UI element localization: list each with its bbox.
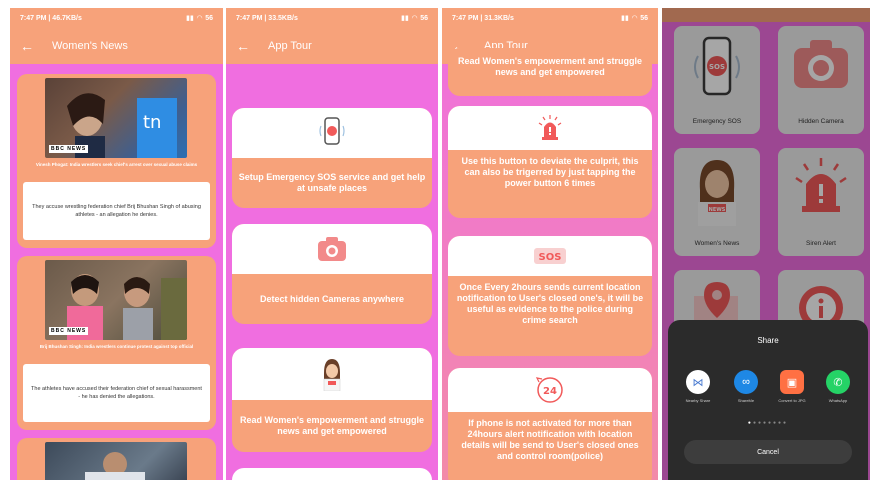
status-time: 7:47 PM | 46.7KB/s: [20, 14, 82, 22]
siren-icon: [538, 115, 562, 140]
app-bar: ← Women's News: [10, 28, 223, 64]
tour-card-location: SOS Once Every 2hours sends current loca…: [448, 236, 652, 356]
tour-card-text: Read Women's empowerment and struggle ne…: [457, 56, 642, 77]
news-card[interactable]: tn BBC NEWS Vinesh Phogat: India wrestle…: [17, 74, 216, 248]
tour-card-text: Use this button to deviate the culprit, …: [461, 156, 639, 188]
signal-icon: ▮▮: [186, 15, 194, 22]
wifi-icon: ◠: [411, 15, 418, 22]
cancel-button[interactable]: Cancel: [684, 440, 852, 464]
tour-card-text: Setup Emergency SOS service and get help…: [238, 172, 426, 193]
share-option-nearby-share[interactable]: ⋈ Nearby Share: [676, 370, 720, 403]
news-image: BBC NEWS: [45, 260, 187, 340]
wifi-icon: ◠: [631, 15, 638, 22]
tour-card-text: Read Women's empowerment and struggle ne…: [239, 415, 424, 436]
clock-24-text: 24: [543, 386, 557, 397]
womens-news-screen: 7:47 PM | 46.7KB/s ▮▮ ◠ 56 ← Women's New…: [10, 8, 223, 480]
news-woman-icon: [323, 359, 341, 391]
news-card[interactable]: [17, 438, 216, 480]
tour-card-inactivity: 24 If phone is not activated for more th…: [448, 368, 652, 480]
signal-icon: ▮▮: [401, 15, 409, 22]
tour-card-sos: Setup Emergency SOS service and get help…: [232, 108, 432, 208]
news-summary: They accuse wrestling federation chief B…: [23, 182, 210, 240]
news-card[interactable]: BBC NEWS Brij Bhushan Singh: India wrest…: [17, 256, 216, 430]
tour-card-camera: Detect hidden Cameras anywhere: [232, 224, 432, 324]
shareme-icon: ∞: [734, 370, 758, 394]
status-bar: 7:47 PM | 46.7KB/s ▮▮ ◠ 56: [10, 8, 223, 28]
battery-level: 56: [205, 14, 213, 22]
news-photo-graphic: [85, 452, 145, 480]
tour-card-news: Read Women's empowerment and struggle ne…: [232, 348, 432, 452]
tour-card-siren: Use this button to deviate the culprit, …: [448, 106, 652, 218]
bbc-news-logo: BBC NEWS: [49, 145, 89, 153]
share-option-shareme[interactable]: ∞ ShareMe: [724, 370, 768, 403]
app-tour-screen-scrolled: 7:47 PM | 31.3KB/s ▮▮ ◠ 56 ← App Tour Re…: [442, 8, 658, 480]
app-tour-screen: 7:47 PM | 33.5KB/s ▮▮ ◠ 56 ← App Tour Se…: [226, 8, 438, 480]
share-option-label: Nearby Share: [685, 398, 711, 403]
tour-card-text: Once Every 2hours sends current location…: [456, 282, 644, 325]
tour-card-news-partial: Read Women's empowerment and struggle ne…: [448, 48, 652, 96]
share-option-label: WhatsApp: [828, 398, 848, 403]
page-title: App Tour: [268, 40, 312, 52]
bbc-news-logo: BBC NEWS: [49, 327, 89, 335]
back-arrow-icon[interactable]: ←: [20, 38, 34, 54]
camera-icon: [318, 237, 346, 261]
status-time: 7:47 PM | 31.3KB/s: [452, 14, 514, 22]
svg-text:tn: tn: [143, 112, 161, 133]
page-title: Women's News: [52, 40, 128, 52]
share-option-convert-to-jpg[interactable]: ▣ Convert to JPG: [770, 370, 814, 403]
tour-card-partial: [232, 468, 432, 480]
news-headline: Brij Bhushan Singh: India wrestlers cont…: [39, 344, 194, 349]
share-sheet: Share ⋈ Nearby Share ∞ ShareMe ▣ Convert…: [668, 320, 868, 480]
news-headline: Vinesh Phogat: India wrestlers seek chie…: [35, 162, 198, 167]
whatsapp-icon: ✆: [826, 370, 850, 394]
battery-level: 56: [640, 14, 648, 22]
page-indicator-dots: ●●●●●●●●: [747, 420, 789, 426]
status-bar: 7:47 PM | 33.5KB/s ▮▮ ◠ 56: [226, 8, 438, 28]
share-option-label: Convert to JPG: [778, 398, 806, 403]
wifi-icon: ◠: [196, 15, 203, 22]
sos-phone-icon: [319, 117, 345, 145]
share-option-whatsapp[interactable]: ✆ WhatsApp: [816, 370, 860, 403]
share-option-label: ShareMe: [737, 398, 755, 403]
nearby-share-icon: ⋈: [686, 370, 710, 394]
signal-icon: ▮▮: [621, 15, 629, 22]
sos-badge-text: SOS: [539, 252, 562, 263]
tour-card-text: Detect hidden Cameras anywhere: [259, 293, 405, 304]
status-bar: 7:47 PM | 31.3KB/s ▮▮ ◠ 56: [442, 8, 658, 28]
battery-level: 56: [420, 14, 428, 22]
share-title: Share: [757, 336, 779, 345]
news-summary: The athletes have accused their federati…: [23, 364, 210, 422]
app-bar: ← App Tour: [226, 28, 438, 64]
news-image: [45, 442, 187, 480]
home-grid-screen: SOS Emergency SOS Hidden Camera NEWS Wom…: [662, 8, 870, 480]
back-arrow-icon[interactable]: ←: [236, 38, 250, 54]
status-time: 7:47 PM | 33.5KB/s: [236, 14, 298, 22]
tour-card-text: If phone is not activated for more than …: [461, 418, 639, 461]
sos-badge-icon: SOS: [534, 248, 566, 264]
convert-jpg-icon: ▣: [780, 370, 804, 394]
clock-24-icon: 24: [535, 377, 563, 403]
news-image: tn BBC NEWS: [45, 78, 187, 158]
